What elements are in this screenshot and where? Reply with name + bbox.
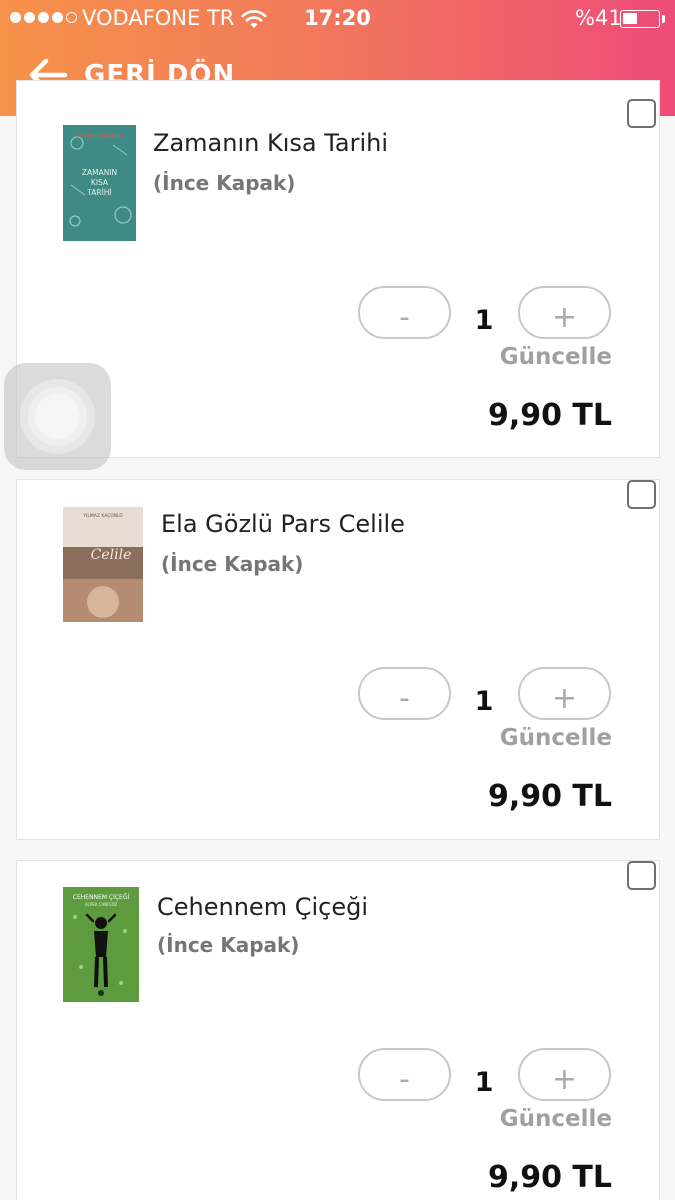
- cover-title: Celile: [91, 547, 132, 563]
- book-format: (İnce Kapak): [161, 552, 304, 576]
- decrease-quantity-button[interactable]: -: [358, 1048, 451, 1101]
- book-cover-image: STEPHEN HAWKING ZAMANIN KISA TARİHİ: [63, 125, 136, 241]
- cover-author: YILMAZ KAÇÜNLÜ: [82, 512, 122, 519]
- item-select-checkbox[interactable]: [627, 480, 656, 509]
- decrease-quantity-button[interactable]: -: [358, 286, 451, 339]
- cover-title: CEHENNEM ÇİÇEĞİ: [73, 894, 130, 901]
- status-time: 17:20: [304, 6, 371, 30]
- book-format: (İnce Kapak): [157, 933, 300, 957]
- increase-quantity-button[interactable]: +: [518, 1048, 611, 1101]
- book-title[interactable]: Cehennem Çiçeği: [157, 893, 368, 921]
- assistive-touch-button[interactable]: [4, 363, 111, 470]
- update-button[interactable]: Güncelle: [500, 725, 612, 751]
- item-select-checkbox[interactable]: [627, 861, 656, 890]
- quantity-value: 1: [474, 686, 494, 717]
- cart-item-card: CEHENNEM ÇİÇEĞİ ALPER CANİGÜZ Cehennem Ç…: [16, 860, 660, 1200]
- svg-text:ZAMANIN: ZAMANIN: [82, 168, 117, 177]
- book-title[interactable]: Zamanın Kısa Tarihi: [153, 129, 388, 157]
- decrease-quantity-button[interactable]: -: [358, 667, 451, 720]
- quantity-value: 1: [474, 1067, 494, 1098]
- item-price: 9,90 TL: [487, 398, 612, 433]
- cart-item-card: YILMAZ KAÇÜNLÜ Celile Ela Gözlü Pars Cel…: [16, 479, 660, 840]
- cart-item-card: STEPHEN HAWKING ZAMANIN KISA TARİHİ Zama…: [16, 80, 660, 458]
- book-cover-image: CEHENNEM ÇİÇEĞİ ALPER CANİGÜZ: [63, 887, 139, 1002]
- battery-icon: [620, 10, 660, 28]
- book-title[interactable]: Ela Gözlü Pars Celile: [161, 510, 405, 538]
- book-format: (İnce Kapak): [153, 171, 296, 195]
- status-bar: VODAFONE TR 17:20 %41: [0, 0, 675, 38]
- item-price: 9,90 TL: [487, 1160, 612, 1195]
- update-button[interactable]: Güncelle: [500, 1106, 612, 1132]
- cover-author: ALPER CANİGÜZ: [85, 902, 118, 907]
- update-button[interactable]: Güncelle: [500, 344, 612, 370]
- increase-quantity-button[interactable]: +: [518, 667, 611, 720]
- quantity-value: 1: [474, 305, 494, 336]
- book-cover-image: YILMAZ KAÇÜNLÜ Celile: [63, 507, 143, 622]
- item-select-checkbox[interactable]: [627, 99, 656, 128]
- battery-percent: %41: [575, 6, 622, 30]
- cover-author: STEPHEN HAWKING: [75, 134, 124, 140]
- item-price: 9,90 TL: [487, 779, 612, 814]
- increase-quantity-button[interactable]: +: [518, 286, 611, 339]
- svg-text:TARİHİ: TARİHİ: [86, 188, 111, 197]
- svg-text:KISA: KISA: [91, 178, 109, 187]
